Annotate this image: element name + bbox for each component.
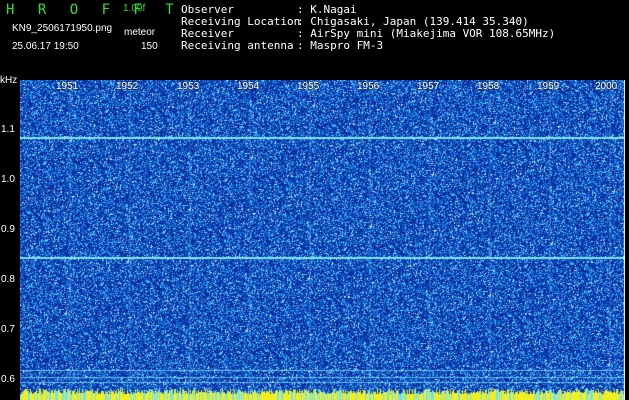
- time-label: 1951: [56, 81, 79, 92]
- y-tick-label: 0.8: [1, 274, 15, 285]
- time-label: 1958: [477, 81, 500, 92]
- antenna-value: : Maspro FM-3: [297, 39, 384, 52]
- frequency-unit-label: kHz: [0, 75, 18, 86]
- spectrogram-display: [20, 80, 625, 400]
- timestamp: 25.06.17 19:50: [12, 41, 79, 52]
- frequency-axis: kHz 1.1 1.0 0.9 0.8 0.7 0.6: [0, 76, 20, 400]
- time-label: 1959: [537, 81, 560, 92]
- meteor-count: 150: [141, 41, 158, 52]
- time-label: 1952: [116, 81, 139, 92]
- y-tick-label: 0.9: [1, 224, 15, 235]
- y-tick-label: 1.1: [1, 124, 15, 135]
- file-name: KN9_2506171950.png: [12, 23, 113, 34]
- time-label: 1957: [417, 81, 440, 92]
- meteor-label: meteor: [124, 27, 156, 38]
- time-label: 1953: [177, 81, 200, 92]
- y-tick-label: 0.6: [1, 374, 15, 385]
- header-panel: H R O F F T 1.00f KN9_2506171950.png met…: [0, 0, 629, 76]
- app-version: 1.00f: [123, 3, 146, 14]
- time-label: 1955: [297, 81, 320, 92]
- time-label: 1954: [237, 81, 260, 92]
- y-tick-label: 1.0: [1, 174, 15, 185]
- time-label: 2000: [595, 81, 618, 92]
- app-title: H R O F F T: [6, 2, 182, 18]
- y-tick-label: 0.7: [1, 324, 15, 335]
- antenna-label: Receiving antenna: [181, 39, 294, 52]
- time-label: 1956: [357, 81, 380, 92]
